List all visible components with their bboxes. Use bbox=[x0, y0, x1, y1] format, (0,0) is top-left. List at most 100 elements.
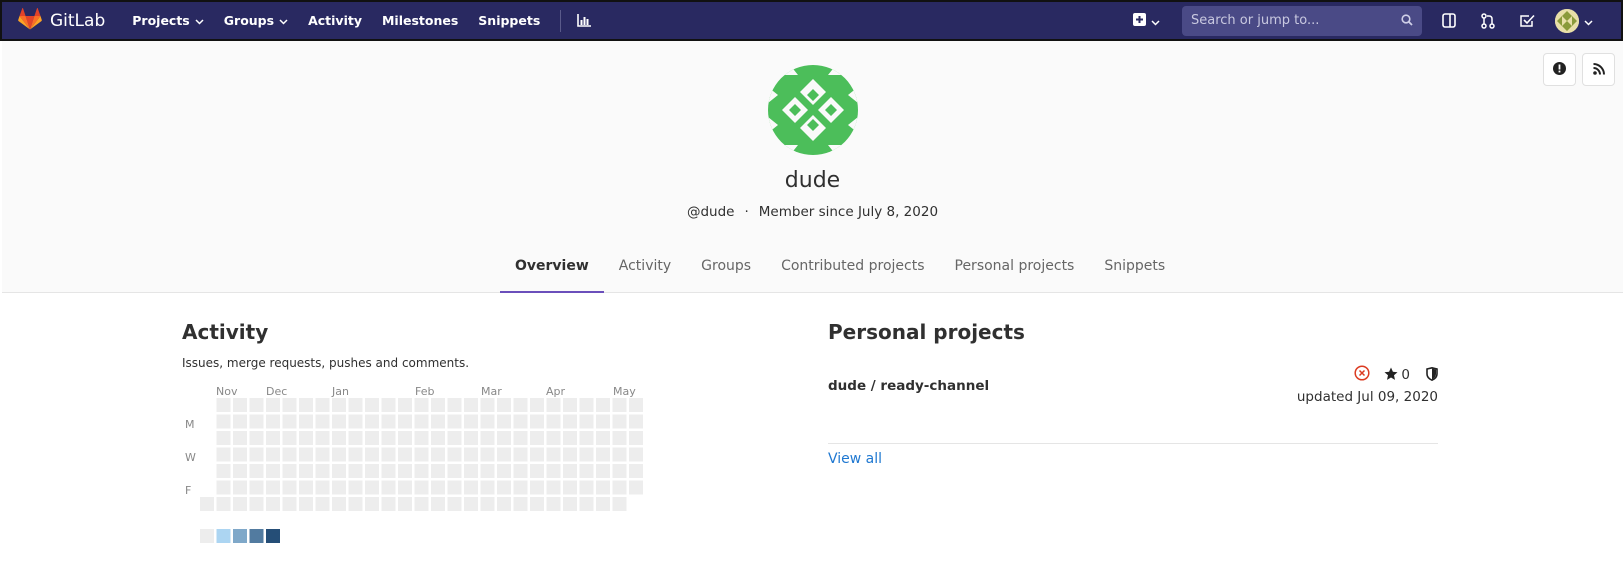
calendar-day-cell[interactable] bbox=[414, 464, 429, 478]
calendar-day-cell[interactable] bbox=[299, 447, 313, 462]
calendar-day-cell[interactable] bbox=[315, 497, 330, 511]
calendar-day-cell[interactable] bbox=[365, 464, 379, 478]
calendar-day-cell[interactable] bbox=[233, 464, 247, 478]
nav-snippets-link[interactable]: Snippets bbox=[478, 13, 540, 28]
calendar-day-cell[interactable] bbox=[546, 398, 561, 412]
calendar-day-cell[interactable] bbox=[249, 398, 264, 412]
calendar-day-cell[interactable] bbox=[612, 431, 627, 445]
calendar-day-cell[interactable] bbox=[629, 431, 643, 445]
calendar-day-cell[interactable] bbox=[266, 464, 280, 478]
calendar-day-cell[interactable] bbox=[233, 431, 247, 445]
calendar-day-cell[interactable] bbox=[464, 447, 478, 462]
calendar-day-cell[interactable] bbox=[299, 480, 313, 495]
calendar-day-cell[interactable] bbox=[216, 464, 231, 478]
calendar-day-cell[interactable] bbox=[282, 414, 297, 429]
calendar-day-cell[interactable] bbox=[282, 447, 297, 462]
calendar-day-cell[interactable] bbox=[480, 497, 495, 511]
calendar-day-cell[interactable] bbox=[249, 414, 264, 429]
calendar-day-cell[interactable] bbox=[464, 464, 478, 478]
calendar-day-cell[interactable] bbox=[431, 497, 445, 511]
calendar-day-cell[interactable] bbox=[315, 447, 330, 462]
calendar-day-cell[interactable] bbox=[381, 414, 396, 429]
calendar-day-cell[interactable] bbox=[332, 414, 346, 429]
calendar-day-cell[interactable] bbox=[513, 497, 528, 511]
calendar-day-cell[interactable] bbox=[216, 497, 231, 511]
calendar-day-cell[interactable] bbox=[282, 480, 297, 495]
report-abuse-button[interactable] bbox=[1543, 53, 1576, 86]
calendar-day-cell[interactable] bbox=[447, 480, 462, 495]
calendar-day-cell[interactable] bbox=[233, 414, 247, 429]
calendar-day-cell[interactable] bbox=[629, 398, 643, 412]
calendar-day-cell[interactable] bbox=[431, 414, 445, 429]
calendar-day-cell[interactable] bbox=[447, 398, 462, 412]
calendar-day-cell[interactable] bbox=[233, 398, 247, 412]
tab-snippets[interactable]: Snippets bbox=[1089, 249, 1180, 293]
calendar-day-cell[interactable] bbox=[497, 464, 511, 478]
calendar-day-cell[interactable] bbox=[464, 431, 478, 445]
calendar-day-cell[interactable] bbox=[414, 447, 429, 462]
calendar-day-cell[interactable] bbox=[332, 431, 346, 445]
new-item-dropdown[interactable] bbox=[1133, 11, 1160, 30]
calendar-day-cell[interactable] bbox=[431, 431, 445, 445]
calendar-day-cell[interactable] bbox=[596, 414, 610, 429]
calendar-day-cell[interactable] bbox=[497, 398, 511, 412]
calendar-day-cell[interactable] bbox=[414, 480, 429, 495]
calendar-day-cell[interactable] bbox=[596, 464, 610, 478]
calendar-day-cell[interactable] bbox=[332, 464, 346, 478]
calendar-day-cell[interactable] bbox=[282, 431, 297, 445]
calendar-day-cell[interactable] bbox=[513, 398, 528, 412]
calendar-day-cell[interactable] bbox=[513, 480, 528, 495]
calendar-day-cell[interactable] bbox=[579, 431, 594, 445]
calendar-day-cell[interactable] bbox=[299, 464, 313, 478]
calendar-day-cell[interactable] bbox=[216, 447, 231, 462]
calendar-day-cell[interactable] bbox=[315, 431, 330, 445]
calendar-day-cell[interactable] bbox=[612, 497, 627, 511]
calendar-day-cell[interactable] bbox=[447, 431, 462, 445]
calendar-day-cell[interactable] bbox=[282, 464, 297, 478]
calendar-day-cell[interactable] bbox=[629, 414, 643, 429]
calendar-day-cell[interactable] bbox=[530, 447, 544, 462]
calendar-day-cell[interactable] bbox=[563, 431, 577, 445]
calendar-day-cell[interactable] bbox=[563, 464, 577, 478]
calendar-day-cell[interactable] bbox=[398, 464, 412, 478]
calendar-day-cell[interactable] bbox=[299, 497, 313, 511]
calendar-day-cell[interactable] bbox=[546, 431, 561, 445]
todo-check-icon[interactable] bbox=[1516, 10, 1538, 32]
calendar-day-cell[interactable] bbox=[579, 447, 594, 462]
calendar-day-cell[interactable] bbox=[579, 464, 594, 478]
user-menu-dropdown[interactable] bbox=[1555, 8, 1593, 33]
calendar-day-cell[interactable] bbox=[596, 431, 610, 445]
nav-groups-dropdown[interactable]: Groups bbox=[224, 13, 288, 28]
calendar-day-cell[interactable] bbox=[612, 464, 627, 478]
calendar-day-cell[interactable] bbox=[497, 447, 511, 462]
calendar-day-cell[interactable] bbox=[216, 480, 231, 495]
project-link[interactable]: dude / ready-channel bbox=[828, 378, 989, 394]
calendar-day-cell[interactable] bbox=[299, 414, 313, 429]
view-all-link[interactable]: View all bbox=[828, 451, 882, 467]
sidebar-panel-icon[interactable] bbox=[1438, 10, 1460, 32]
calendar-day-cell[interactable] bbox=[464, 414, 478, 429]
calendar-day-cell[interactable] bbox=[579, 414, 594, 429]
calendar-day-cell[interactable] bbox=[480, 414, 495, 429]
calendar-day-cell[interactable] bbox=[612, 480, 627, 495]
calendar-day-cell[interactable] bbox=[530, 464, 544, 478]
calendar-day-cell[interactable] bbox=[348, 398, 363, 412]
calendar-day-cell[interactable] bbox=[266, 447, 280, 462]
calendar-day-cell[interactable] bbox=[629, 464, 643, 478]
tab-overview[interactable]: Overview bbox=[500, 249, 604, 293]
calendar-day-cell[interactable] bbox=[563, 497, 577, 511]
calendar-day-cell[interactable] bbox=[414, 398, 429, 412]
calendar-day-cell[interactable] bbox=[513, 464, 528, 478]
calendar-day-cell[interactable] bbox=[431, 480, 445, 495]
calendar-day-cell[interactable] bbox=[546, 414, 561, 429]
calendar-day-cell[interactable] bbox=[381, 398, 396, 412]
calendar-day-cell[interactable] bbox=[381, 497, 396, 511]
calendar-day-cell[interactable] bbox=[216, 398, 231, 412]
calendar-day-cell[interactable] bbox=[315, 480, 330, 495]
calendar-day-cell[interactable] bbox=[315, 464, 330, 478]
calendar-day-cell[interactable] bbox=[563, 414, 577, 429]
pipeline-failed-icon[interactable] bbox=[1354, 365, 1370, 385]
calendar-day-cell[interactable] bbox=[249, 447, 264, 462]
calendar-day-cell[interactable] bbox=[464, 480, 478, 495]
calendar-day-cell[interactable] bbox=[447, 414, 462, 429]
